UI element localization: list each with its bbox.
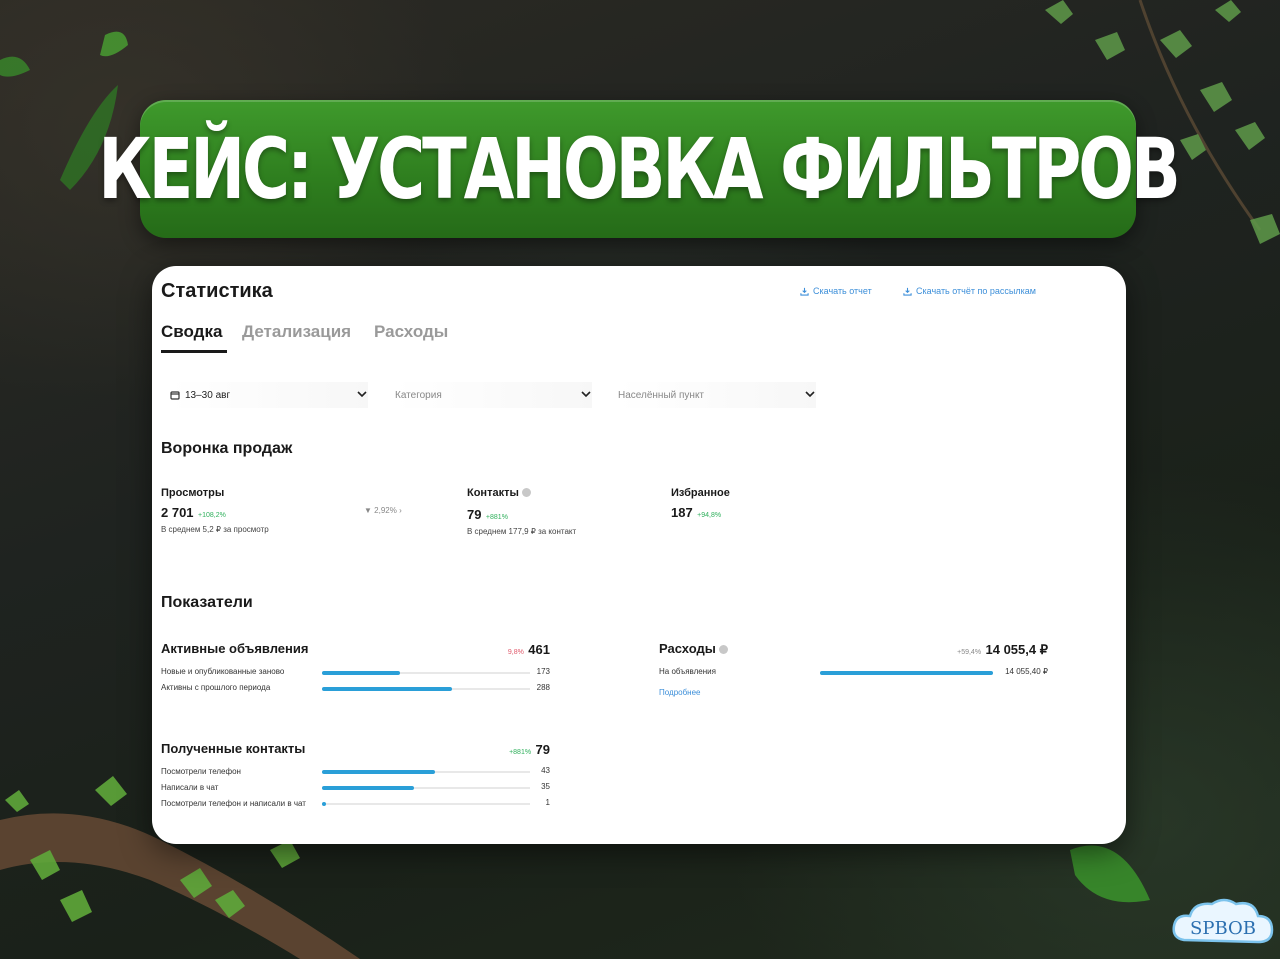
page-title: Статистика	[161, 280, 273, 302]
download-icon	[903, 287, 912, 296]
received-contacts-bar-fill	[322, 770, 435, 774]
views-value: 2 701	[161, 505, 194, 520]
active-ads-row-value: 288	[536, 683, 550, 692]
expenses-delta: +59,4%	[957, 649, 982, 656]
title-banner: КЕЙС: УСТАНОВКА ФИЛЬТРОВ	[98, 100, 1181, 238]
favorites-delta: +94,8%	[697, 512, 722, 519]
city-placeholder: Населённый пункт	[618, 389, 705, 401]
views-delta: +108,2%	[198, 512, 226, 519]
contacts-value: 79	[467, 507, 482, 522]
active-tab-indicator	[161, 350, 227, 353]
received-contacts-total-group: +881% 79	[482, 741, 550, 759]
info-icon[interactable]	[521, 488, 531, 497]
expenses-more-link[interactable]: Подробнее	[659, 688, 701, 697]
active-ads-row-label: Активны с прошлого периода	[161, 683, 271, 692]
received-contacts-bar-fill	[322, 786, 414, 790]
logo-text: SPBOB	[1190, 918, 1256, 939]
received-contacts-row-label: Посмотрели телефон	[161, 767, 241, 776]
active-ads-bar-fill	[322, 671, 400, 675]
date-range-select[interactable]: 13–30 авг	[170, 382, 368, 408]
received-contacts-title: Полученные контакты	[161, 741, 306, 756]
received-contacts-delta: +881%	[509, 749, 532, 756]
received-contacts-row-value: 43	[541, 766, 550, 775]
received-contacts-row-value: 1	[545, 798, 550, 807]
active-ads-title: Активные объявления	[161, 641, 309, 656]
spbob-logo: SPBOB	[1170, 894, 1276, 952]
chevron-down-icon	[357, 391, 367, 398]
active-ads-bar-fill	[322, 687, 452, 691]
favorites-label: Избранное	[671, 487, 730, 499]
cloud-logo-icon: SPBOB	[1172, 898, 1274, 944]
info-icon[interactable]	[718, 645, 728, 654]
download-mailing-report-link[interactable]: Скачать отчёт по рассылкам	[903, 286, 1036, 296]
tab-details[interactable]: Детализация	[242, 322, 351, 342]
views-conversion-value: 2,92%	[374, 506, 397, 515]
favorites-value-group: 187 +94,8%	[671, 504, 721, 522]
views-avg-cost: В среднем 5,2 ₽ за просмотр	[161, 525, 269, 534]
chevron-right-icon: ›	[399, 506, 402, 515]
active-ads-row-value: 173	[536, 667, 550, 676]
expenses-row-label: На объявления	[659, 667, 716, 676]
received-contacts-row-label: Посмотрели телефон и написали в чат	[161, 799, 306, 808]
statistics-panel: Статистика Скачать отчет Скачать отчёт п…	[152, 266, 1126, 844]
filter-funnel-icon: ▼	[364, 506, 372, 515]
funnel-title: Воронка продаж	[161, 440, 293, 457]
download-report-label: Скачать отчет	[813, 286, 872, 296]
tab-summary[interactable]: Сводка	[161, 322, 222, 342]
chevron-down-icon	[805, 391, 815, 398]
expenses-row-value: 14 055,40 ₽	[1005, 667, 1048, 676]
favorites-value: 187	[671, 505, 693, 520]
contacts-avg-cost: В среднем 177,9 ₽ за контакт	[467, 527, 577, 536]
expenses-total-group: +59,4% 14 055,4 ₽	[922, 641, 1048, 659]
received-contacts-bar-fill	[322, 802, 326, 806]
views-conversion[interactable]: ▼ 2,92% ›	[364, 506, 402, 515]
contacts-label: Контакты	[467, 487, 531, 499]
contacts-delta: +881%	[485, 514, 508, 521]
active-ads-total: 461	[528, 642, 550, 657]
expenses-total: 14 055,4 ₽	[985, 642, 1049, 657]
active-ads-row-label: Новые и опубликованные заново	[161, 667, 285, 676]
expenses-title-text: Расходы	[659, 641, 716, 656]
calendar-icon	[170, 391, 180, 400]
date-range-value: 13–30 авг	[185, 389, 231, 401]
received-contacts-row-label: Написали в чат	[161, 783, 219, 792]
download-mailing-report-label: Скачать отчёт по рассылкам	[916, 286, 1036, 296]
received-contacts-row-value: 35	[541, 782, 550, 791]
active-ads-delta: 9,8%	[507, 649, 524, 656]
tab-expenses[interactable]: Расходы	[374, 322, 448, 342]
views-value-group: 2 701 +108,2%	[161, 504, 226, 522]
received-contacts-total: 79	[535, 742, 550, 757]
chevron-down-icon	[581, 391, 591, 398]
category-select[interactable]: Категория	[395, 382, 592, 408]
download-icon	[800, 287, 809, 296]
download-report-link[interactable]: Скачать отчет	[800, 286, 872, 296]
contacts-label-text: Контакты	[467, 487, 519, 499]
contacts-value-group: 79 +881%	[467, 506, 508, 524]
views-label: Просмотры	[161, 487, 225, 499]
indicators-title: Показатели	[161, 594, 253, 611]
category-placeholder: Категория	[395, 389, 442, 401]
banner-title: КЕЙС: УСТАНОВКА ФИЛЬТРОВ	[98, 120, 1181, 218]
city-select[interactable]: Населённый пункт	[618, 382, 816, 408]
expenses-title: Расходы	[659, 641, 728, 656]
active-ads-total-group: 9,8% 461	[482, 641, 550, 659]
